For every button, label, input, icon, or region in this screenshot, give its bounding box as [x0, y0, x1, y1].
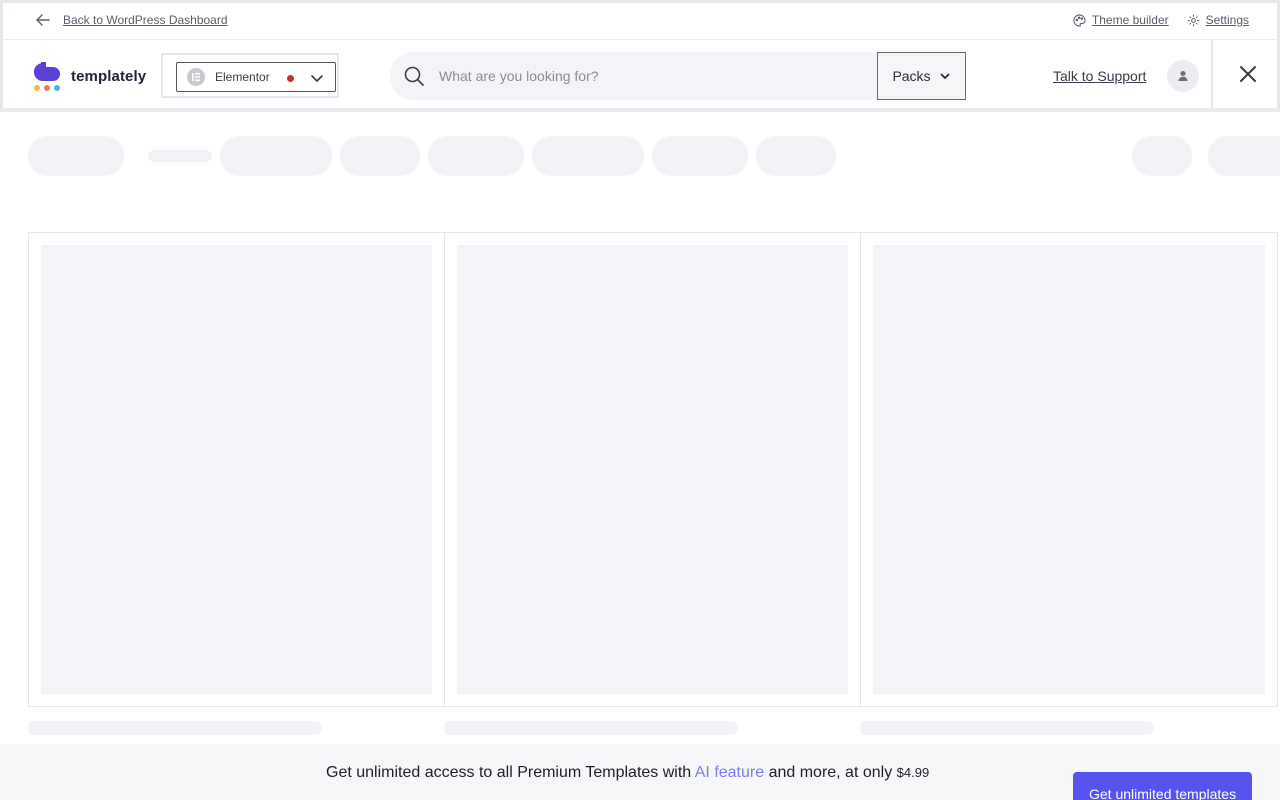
skeleton-card-title [860, 721, 1154, 735]
skeleton-card [28, 232, 445, 707]
skeleton-pill [1208, 136, 1280, 176]
logo-text: templately [71, 67, 147, 85]
promo-text-before: Get unlimited access to all Premium Temp… [326, 764, 695, 781]
skeleton-card-title [28, 721, 322, 735]
ai-feature-link[interactable]: AI feature [695, 764, 764, 781]
skeleton-pill [532, 136, 644, 176]
search-bar: Packs [390, 52, 966, 100]
skeleton-text [148, 150, 212, 162]
chevron-down-icon [311, 75, 323, 82]
skeleton-card [444, 232, 861, 707]
promo-text: Get unlimited access to all Premium Temp… [326, 764, 929, 782]
skeleton-card-image [457, 245, 848, 694]
skeleton-card-title [444, 721, 738, 735]
elementor-icon [187, 68, 205, 86]
status-dot [287, 75, 294, 82]
promo-banner: Get unlimited access to all Premium Temp… [0, 744, 1280, 800]
skeleton-pill [428, 136, 524, 176]
skeleton-pill [28, 136, 124, 176]
settings-link[interactable]: Settings [1187, 13, 1249, 27]
skeleton-pill [756, 136, 836, 176]
packs-filter-label: Packs [892, 68, 931, 84]
main-header: templately Elementor Packs Talk to Suppo… [0, 40, 1280, 112]
builder-select-label: Elementor [215, 70, 270, 84]
skeleton-card-image [873, 245, 1265, 694]
settings-label: Settings [1205, 13, 1249, 27]
user-icon [1178, 71, 1188, 81]
back-link-label: Back to WordPress Dashboard [63, 13, 228, 27]
promo-text-after: and more, at only [764, 764, 897, 781]
logo-icon [33, 62, 60, 91]
builder-selector-wrap: Elementor [161, 53, 339, 98]
back-to-dashboard-link[interactable]: Back to WordPress Dashboard [35, 12, 228, 28]
palette-icon [1073, 13, 1086, 27]
top-links: Theme builder Settings [1073, 13, 1249, 27]
search-icon [404, 66, 424, 86]
templately-logo[interactable]: templately [33, 59, 146, 93]
skeleton-pill [340, 136, 420, 176]
gear-icon [1187, 14, 1199, 26]
avatar[interactable] [1167, 60, 1199, 92]
chevron-down-icon [940, 73, 949, 79]
builder-select[interactable]: Elementor [176, 62, 336, 92]
arrow-left-icon [36, 14, 50, 26]
theme-builder-label: Theme builder [1091, 13, 1169, 27]
skeleton-pill [220, 136, 332, 176]
packs-filter-select[interactable]: Packs [877, 52, 966, 100]
search-input[interactable] [439, 52, 869, 100]
top-bar: Back to WordPress Dashboard Theme builde… [0, 0, 1280, 40]
get-unlimited-templates-button[interactable]: Get unlimited templates [1073, 772, 1252, 800]
skeleton-pill [652, 136, 748, 176]
close-button[interactable] [1211, 40, 1280, 108]
close-icon [1240, 66, 1256, 82]
promo-price: $4.99 [896, 765, 930, 780]
skeleton-card-image [41, 245, 432, 694]
theme-builder-link[interactable]: Theme builder [1073, 13, 1169, 27]
skeleton-card [860, 232, 1278, 707]
skeleton-pill [1132, 136, 1192, 176]
talk-to-support-link[interactable]: Talk to Support [1053, 68, 1146, 84]
